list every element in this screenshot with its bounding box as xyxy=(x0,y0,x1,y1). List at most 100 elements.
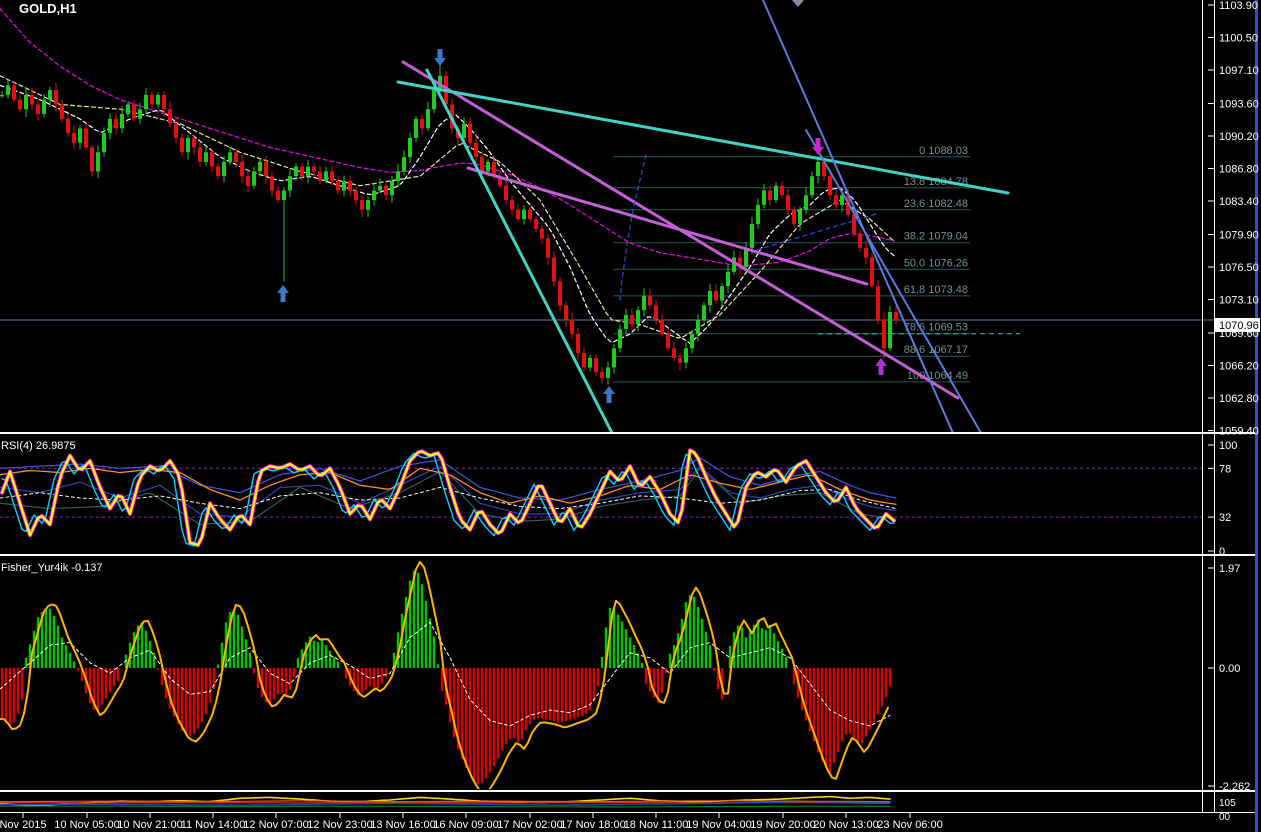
fib-level-label: 38.2 1079.04 xyxy=(904,231,968,243)
blue-steep-line-1[interactable] xyxy=(762,0,954,433)
fisher-bar xyxy=(620,621,624,668)
fisher-bar xyxy=(548,668,552,721)
window-edge-strip xyxy=(1255,0,1258,832)
fisher-bar xyxy=(20,668,24,700)
fisher-bar xyxy=(520,668,524,740)
top-anchor-marker xyxy=(792,0,804,7)
candle-body xyxy=(660,319,664,334)
price-tick-label: 1079.90 xyxy=(1219,230,1259,242)
blue-up-arrow-1[interactable] xyxy=(277,285,289,302)
rsi-scale: 100 78 32 0 xyxy=(1208,440,1237,558)
fisher-bar xyxy=(360,668,364,693)
candle-body xyxy=(126,104,130,115)
fisher-bar xyxy=(60,637,64,668)
fisher-bar xyxy=(600,657,604,668)
blue-dashed-arc[interactable] xyxy=(619,154,647,301)
time-axis-label: 18 Nov 11:00 xyxy=(624,819,689,831)
fisher-bar xyxy=(144,630,148,668)
fisher-bar xyxy=(640,662,644,668)
fisher-bar xyxy=(880,668,884,707)
fib-level-label: 61.8 1073.48 xyxy=(904,284,968,296)
candle-body xyxy=(66,118,70,134)
fisher-bar xyxy=(240,626,244,668)
fisher-bar xyxy=(0,668,4,718)
candle-body xyxy=(168,109,172,124)
symbol-dropdown-icon[interactable] xyxy=(4,4,14,11)
candle-body xyxy=(186,137,190,153)
fisher-bar xyxy=(132,632,136,668)
time-axis-label: 19 Nov 04:00 xyxy=(686,819,751,831)
candle-body xyxy=(24,94,28,110)
fisher-bar xyxy=(140,622,144,668)
candle-body xyxy=(870,257,874,287)
candle-body xyxy=(864,247,868,258)
time-axis-label: 10 Nov 21:00 xyxy=(117,819,182,831)
candle-body xyxy=(504,185,508,200)
chart-canvas[interactable]: 0 1088.03 13.8 1084.78 23.6 1082.48 38.2 10… xyxy=(0,0,1261,832)
candle-body xyxy=(90,147,94,172)
fisher-bar xyxy=(192,668,196,734)
candle-body xyxy=(306,166,310,177)
candle-body xyxy=(174,123,178,138)
candle-body xyxy=(468,123,472,143)
fisher-bar xyxy=(508,668,512,739)
candle-body xyxy=(432,90,436,110)
candle-body xyxy=(288,176,292,191)
candle-body xyxy=(510,200,514,210)
candle-body xyxy=(696,319,700,334)
fib-level-label: 50.0 1076.26 xyxy=(904,257,968,269)
moving-averages xyxy=(0,8,895,345)
fisher-bar xyxy=(852,668,856,739)
candle-body xyxy=(348,181,352,191)
fisher-bar xyxy=(844,668,848,735)
fisher-bar xyxy=(44,609,48,668)
time-scale[interactable]: Nov 2015 10 Nov 05:0010 Nov 21:0011 Nov 1… xyxy=(0,813,943,831)
fisher-bar xyxy=(288,668,292,690)
candle-body xyxy=(792,209,796,224)
candle-body xyxy=(234,152,238,162)
candle-body xyxy=(546,238,550,258)
fisher-bar xyxy=(700,618,704,668)
trendlines[interactable] xyxy=(396,0,1010,433)
candle-body xyxy=(564,305,568,320)
blue-up-arrow-2[interactable] xyxy=(603,386,615,403)
fisher-bar xyxy=(564,668,568,722)
candle-body xyxy=(480,157,484,172)
fisher-bar xyxy=(448,668,452,723)
fisher-bar xyxy=(616,614,620,668)
fisher-bar xyxy=(760,628,764,668)
time-axis-label: 17 Nov 18:00 xyxy=(560,819,625,831)
fisher-bar xyxy=(872,668,876,722)
candle-body xyxy=(528,209,532,220)
fisher-bar xyxy=(632,645,636,668)
candle-body xyxy=(342,181,346,191)
candle-body xyxy=(486,161,490,172)
candle-body xyxy=(594,357,598,373)
fisher-bar xyxy=(676,633,680,668)
candle-body xyxy=(294,166,298,177)
candle-body xyxy=(558,281,562,306)
fisher-bar xyxy=(368,668,372,687)
candle-body xyxy=(714,290,718,301)
fisher-bar xyxy=(68,652,72,668)
magenta-down-arrow[interactable] xyxy=(812,138,824,155)
fisher-bar xyxy=(316,641,320,668)
cyan-resistance-line[interactable] xyxy=(396,80,1010,195)
fisher-bar xyxy=(280,668,284,694)
fisher-bar xyxy=(848,668,852,734)
cyan-steep-line[interactable] xyxy=(425,68,614,433)
fisher-bar xyxy=(272,668,276,700)
violet-up-arrow[interactable] xyxy=(875,358,887,375)
candle-body xyxy=(612,348,616,368)
mini-orange xyxy=(0,800,891,803)
blue-down-arrow[interactable] xyxy=(434,49,446,66)
fisher-bar xyxy=(16,668,20,714)
current-price-value: 1070.96 xyxy=(1219,320,1259,332)
fisher-bar xyxy=(692,596,696,668)
candle-body xyxy=(372,190,376,201)
candle-body xyxy=(780,185,784,196)
fisher-bar xyxy=(416,572,420,669)
fisher-bar xyxy=(204,668,208,714)
candle-body xyxy=(282,190,286,201)
candle-body xyxy=(462,123,466,138)
